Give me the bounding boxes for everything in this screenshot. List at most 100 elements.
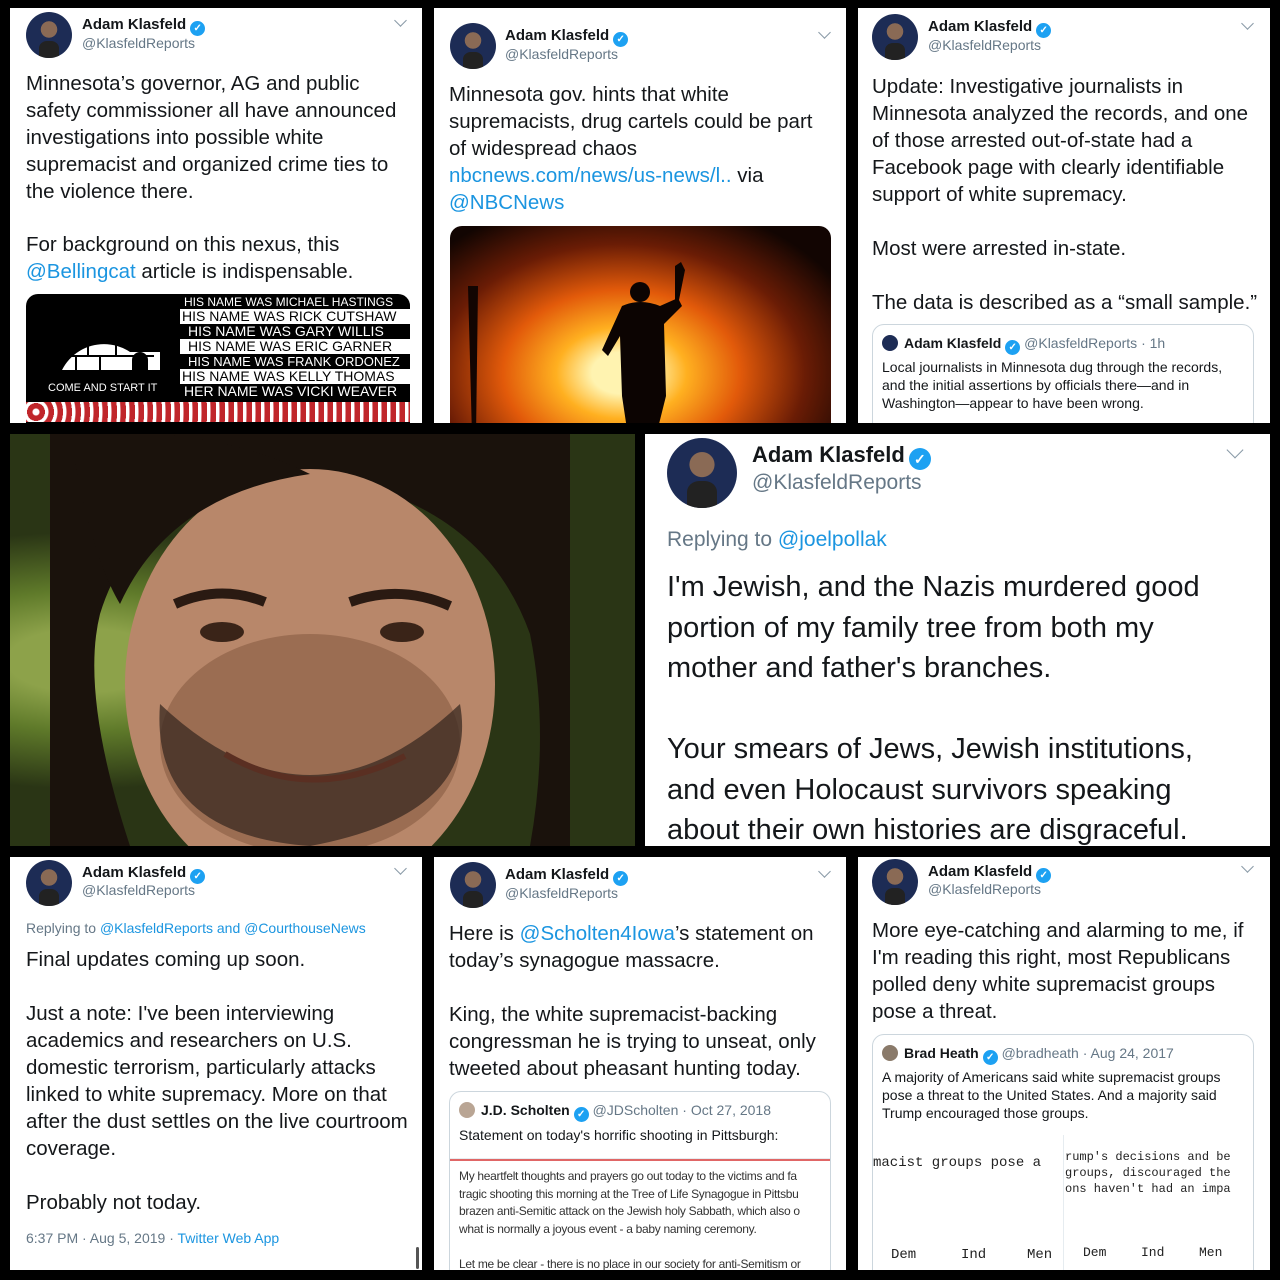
chevron-down-icon[interactable] — [1226, 441, 1244, 459]
author-handle[interactable]: @KlasfeldReports — [505, 46, 618, 62]
chevron-down-icon[interactable] — [394, 14, 407, 27]
tweet-panel-update: Adam Klasfeld ✓ @KlasfeldReports Update: … — [858, 8, 1270, 423]
silhouette-figure — [468, 262, 685, 423]
mention-link[interactable]: @Bellingcat — [26, 260, 136, 283]
meme-name-line: HIS NAME WAS MICHAEL HASTINGS — [180, 295, 410, 309]
tweet-text: More eye-catching and alarming to me, if… — [872, 919, 1244, 1023]
portrait-face — [50, 434, 570, 846]
tweet-image-meme[interactable]: COME AND START IT HIS NAME WAS MICHAEL H… — [26, 294, 410, 423]
tweet-text: Minnesota’s governor, AG and public safe… — [26, 72, 397, 203]
author-name[interactable]: Adam Klasfeld ✓ — [752, 442, 931, 470]
author-handle[interactable]: @KlasfeldReports — [928, 881, 1041, 897]
tweet-panel-republicans: Adam Klasfeld ✓ @KlasfeldReports More eye… — [858, 857, 1270, 1270]
author-avatar[interactable] — [26, 12, 72, 58]
quoted-author-avatar — [882, 1045, 898, 1061]
axis-label: Dem — [1083, 1245, 1107, 1260]
chart-text-right: rump's decisions and be groups, discoura… — [1065, 1150, 1231, 1196]
article-link[interactable]: nbcnews.com/news/us-news/l.. — [449, 164, 732, 187]
verified-badge-icon: ✓ — [573, 1107, 589, 1122]
tweet-text-continued: For background on this nexus, this @Belli… — [26, 233, 354, 283]
quoted-tweet-header: J.D. Scholten ✓ @JDScholten · Oct 27, 201… — [459, 1102, 771, 1122]
poll-chart-image[interactable]: macist groups pose a rump's decisions an… — [873, 1135, 1253, 1270]
statement-image-divider — [450, 1159, 830, 1161]
author-avatar[interactable] — [26, 860, 72, 906]
scrollbar[interactable] — [416, 1247, 419, 1269]
quoted-author-avatar — [882, 335, 898, 351]
tweet-text: I'm Jewish, and the Nazis murdered good … — [667, 571, 1200, 846]
axis-label: Ind — [961, 1247, 987, 1263]
quoted-tweet-header: Brad Heath ✓ @bradheath · Aug 24, 2017 — [882, 1045, 1174, 1065]
author-name[interactable]: Adam Klasfeld ✓ — [928, 18, 1052, 38]
author-avatar[interactable] — [450, 862, 496, 908]
axis-label: Men — [1199, 1245, 1223, 1260]
meme-names-list: HIS NAME WAS MICHAEL HASTINGS HIS NAME W… — [180, 295, 410, 399]
verified-badge-icon: ✓ — [190, 21, 206, 36]
source-link[interactable]: Twitter Web App — [178, 1230, 280, 1246]
tweet-text: Minnesota gov. hints that white supremac… — [449, 83, 813, 214]
verified-badge-icon: ✓ — [613, 32, 629, 47]
quoted-author-avatar — [459, 1102, 475, 1118]
author-name[interactable]: Adam Klasfeld ✓ — [505, 27, 629, 47]
verified-badge-icon: ✓ — [1036, 23, 1052, 38]
tweet-panel-scholten: Adam Klasfeld ✓ @KlasfeldReports Here is … — [434, 857, 846, 1270]
tweet-panel-reply-pollak: Adam Klasfeld ✓ @KlasfeldReports Replying… — [645, 434, 1270, 846]
reply-context: Replying to @joelpollak — [667, 528, 887, 551]
meme-name-line: HIS NAME WAS GARY WILLIS — [180, 324, 410, 339]
author-name[interactable]: Adam Klasfeld ✓ — [82, 16, 206, 36]
chevron-down-icon[interactable] — [394, 862, 407, 875]
verified-badge-icon: ✓ — [613, 871, 629, 886]
tweet-text: Final updates coming up soon. Just a not… — [26, 948, 408, 1214]
statement-text: My heartfelt thoughts and prayers go out… — [459, 1169, 801, 1270]
tweet-text: Here is @Scholten4Iowa’s statement on to… — [449, 922, 816, 1080]
chart-divider — [1063, 1135, 1064, 1270]
tweet-timestamp: 6:37 PM · Aug 5, 2019 · Twitter Web App — [26, 1230, 280, 1246]
mention-link[interactable]: @Scholten4Iowa — [520, 922, 675, 945]
axis-label: Dem — [891, 1247, 917, 1263]
author-avatar[interactable] — [667, 438, 737, 508]
axis-label: Ind — [1141, 1245, 1165, 1260]
author-handle[interactable]: @KlasfeldReports — [752, 471, 922, 495]
mention-link[interactable]: @NBCNews — [449, 191, 564, 214]
author-handle[interactable]: @KlasfeldReports — [928, 37, 1041, 53]
tweet-panel-nbc: Adam Klasfeld ✓ @KlasfeldReports Minnesot… — [434, 8, 846, 423]
author-avatar[interactable] — [450, 23, 496, 69]
meme-name-line: HIS NAME WAS FRANK ORDONEZ — [180, 354, 410, 369]
quoted-tweet-header: Adam Klasfeld ✓ @KlasfeldReports · 1h — [882, 335, 1165, 355]
author-avatar[interactable] — [872, 14, 918, 60]
meme-name-line: HIS NAME WAS KELLY THOMAS — [180, 369, 410, 384]
reply-to-link[interactable]: @joelpollak — [778, 528, 887, 551]
verified-badge-icon: ✓ — [908, 448, 931, 470]
tweet-panel-final-updates: Adam Klasfeld ✓ @KlasfeldReports Replying… — [10, 857, 422, 1270]
meme-name-line: HIS NAME WAS ERIC GARNER — [180, 339, 410, 354]
author-name[interactable]: Adam Klasfeld ✓ — [82, 864, 206, 884]
quoted-tweet[interactable]: J.D. Scholten ✓ @JDScholten · Oct 27, 201… — [449, 1091, 831, 1270]
author-portrait-photo — [10, 434, 635, 846]
chevron-down-icon[interactable] — [818, 865, 831, 878]
author-handle[interactable]: @KlasfeldReports — [505, 885, 618, 901]
meme-name-line: HER NAME WAS VICKI WEAVER — [180, 384, 410, 399]
author-handle[interactable]: @KlasfeldReports — [82, 882, 195, 898]
reply-context: Replying to @KlasfeldReports and @Courth… — [26, 920, 366, 936]
quoted-tweet-text: A majority of Americans said white supre… — [882, 1069, 1221, 1121]
author-name[interactable]: Adam Klasfeld ✓ — [928, 863, 1052, 883]
statement-image[interactable]: My heartfelt thoughts and prayers go out… — [450, 1158, 830, 1270]
quoted-tweet-text: Local journalists in Minnesota dug throu… — [882, 359, 1223, 411]
chevron-down-icon[interactable] — [1241, 17, 1254, 30]
igloo-icon — [62, 324, 160, 370]
verified-badge-icon: ✓ — [1005, 340, 1021, 355]
tweet-text: Update: Investigative journalists in Min… — [872, 75, 1258, 314]
chevron-down-icon[interactable] — [818, 26, 831, 39]
meme-name-line: HIS NAME WAS RICK CUTSHAW — [180, 309, 410, 324]
tweet-image-fire[interactable] — [450, 226, 831, 423]
quoted-tweet[interactable]: Brad Heath ✓ @bradheath · Aug 24, 2017 A … — [872, 1034, 1254, 1270]
author-handle[interactable]: @KlasfeldReports — [82, 35, 195, 51]
tweet-panel-governor: Adam Klasfeld ✓ @KlasfeldReports Minnesot… — [10, 8, 422, 423]
chevron-down-icon[interactable] — [1241, 860, 1254, 873]
reply-to-link[interactable]: @KlasfeldReports and @CourthouseNews — [100, 920, 366, 936]
axis-label: Men — [1027, 1247, 1053, 1263]
author-avatar[interactable] — [872, 859, 918, 905]
author-name[interactable]: Adam Klasfeld ✓ — [505, 866, 629, 886]
meme-tagline: COME AND START IT — [48, 382, 158, 394]
quoted-tweet[interactable]: Adam Klasfeld ✓ @KlasfeldReports · 1h Loc… — [872, 324, 1254, 423]
floral-strip — [26, 402, 410, 422]
